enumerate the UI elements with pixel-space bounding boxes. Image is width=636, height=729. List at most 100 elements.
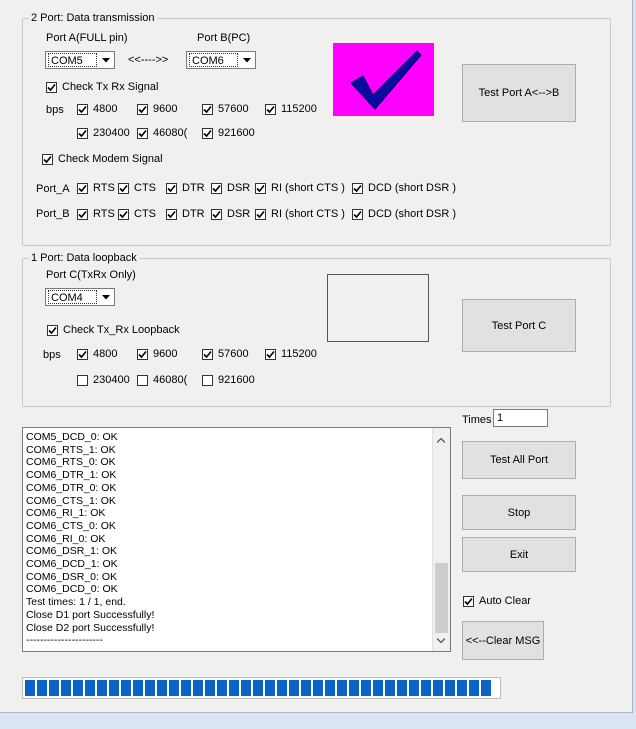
- times-input[interactable]: 1: [493, 409, 548, 427]
- port-b-dcd-checkbox[interactable]: DCD (short DSR ): [352, 208, 456, 220]
- app-window: 2 Port: Data transmission Port A(FULL pi…: [0, 0, 636, 729]
- port-a-row-label: Port_A: [36, 183, 70, 195]
- test-port-c-label: Test Port C: [491, 319, 547, 332]
- signal-label: DSR: [227, 182, 251, 194]
- bps1-9600-checkbox[interactable]: 9600: [137, 348, 177, 360]
- chevron-down-icon[interactable]: [98, 53, 113, 67]
- bps2-921600-checkbox[interactable]: 921600: [202, 127, 255, 139]
- port-b-dsr-checkbox[interactable]: DSR: [211, 208, 250, 220]
- auto-clear-checkbox[interactable]: Auto Clear: [463, 595, 531, 607]
- client-area: 2 Port: Data transmission Port A(FULL pi…: [0, 0, 633, 713]
- port1-bps-label: bps: [43, 349, 61, 361]
- signal-label: CTS: [134, 182, 156, 194]
- test-all-port-button[interactable]: Test All Port: [462, 441, 576, 479]
- port-a-ri-checkbox[interactable]: RI (short CTS ): [255, 182, 345, 194]
- times-input-value: 1: [497, 412, 504, 424]
- log-line: COM6_DCD_1: OK: [26, 558, 118, 571]
- bps-label: 115200: [281, 103, 317, 115]
- bps2-4800-checkbox[interactable]: 4800: [77, 103, 117, 115]
- bps2-460800-checkbox[interactable]: 46080(: [137, 127, 187, 139]
- bps2-230400-checkbox[interactable]: 230400: [77, 127, 130, 139]
- bps1-4800-checkbox[interactable]: 4800: [77, 348, 117, 360]
- clear-msg-button[interactable]: <<--Clear MSG: [462, 621, 544, 660]
- bps-label: 4800: [93, 103, 118, 115]
- bps-label: 921600: [218, 374, 255, 386]
- port-a-dcd-checkbox[interactable]: DCD (short DSR ): [352, 182, 456, 194]
- port-a-select[interactable]: COM5: [45, 51, 115, 69]
- signal-label: RTS: [93, 208, 115, 220]
- bps-label: 57600: [218, 103, 249, 115]
- port2-bps-label: bps: [46, 104, 64, 116]
- port-a-dsr-checkbox[interactable]: DSR: [211, 182, 250, 194]
- port-a-select-value: COM5: [48, 53, 97, 67]
- log-line: COM6_DSR_1: OK: [26, 545, 118, 558]
- signal-label: RI (short CTS ): [271, 182, 345, 194]
- bps-label: 230400: [93, 374, 130, 386]
- bps-label: 9600: [153, 103, 178, 115]
- log-line: COM5_DCD_0: OK: [26, 431, 118, 443]
- log-line: COM6_RI_1: OK: [26, 507, 106, 520]
- log-line: COM6_RI_0: OK: [26, 532, 106, 545]
- stop-label: Stop: [507, 506, 531, 519]
- port-b-ri-checkbox[interactable]: RI (short CTS ): [255, 208, 345, 220]
- log-line: COM6_DCD_0: OK: [26, 583, 118, 596]
- port-b-select[interactable]: COM6: [186, 51, 256, 69]
- signal-label: DTR: [182, 182, 205, 194]
- port-a-rts-checkbox[interactable]: RTS: [77, 182, 115, 194]
- chevron-down-icon[interactable]: [239, 53, 254, 67]
- bps-label: 9600: [153, 348, 178, 360]
- check-txrx-checkbox[interactable]: Check Tx Rx Signal: [46, 81, 158, 93]
- log-line: ----------------------: [26, 634, 103, 647]
- bps1-921600-checkbox[interactable]: 921600: [202, 374, 255, 386]
- log-line: COM6_RTS_0: OK: [26, 456, 116, 469]
- progress-bar: [22, 677, 501, 699]
- port-b-row-label: Port_B: [36, 208, 70, 220]
- exit-label: Exit: [509, 548, 529, 561]
- log-line: COM6_RTS_1: OK: [26, 443, 116, 456]
- check-modem-checkbox[interactable]: Check Modem Signal: [42, 153, 163, 165]
- bps-label: 46080(: [153, 374, 188, 386]
- chevron-down-icon[interactable]: [436, 634, 446, 646]
- bps-label: 230400: [93, 127, 130, 139]
- bps-label: 4800: [93, 348, 118, 360]
- port-b-label: Port B(PC): [197, 32, 251, 44]
- log-scrollbar[interactable]: [432, 428, 450, 651]
- port-c-select[interactable]: COM4: [45, 288, 115, 306]
- log-line: COM6_CTS_1: OK: [26, 494, 116, 507]
- port-arrow-text: <<---->>: [128, 54, 169, 66]
- stop-button[interactable]: Stop: [462, 495, 576, 530]
- bps1-57600-checkbox[interactable]: 57600: [202, 348, 249, 360]
- times-label: Times: [462, 414, 492, 426]
- signal-label: CTS: [134, 208, 156, 220]
- log-line: Close D1 port Successfully!: [26, 608, 155, 621]
- bps1-230400-checkbox[interactable]: 230400: [77, 374, 130, 386]
- bps-label: 57600: [218, 348, 249, 360]
- bps1-115200-checkbox[interactable]: 115200: [265, 348, 317, 360]
- scrollbar-thumb[interactable]: [435, 563, 448, 633]
- exit-button[interactable]: Exit: [462, 537, 576, 572]
- check-loopback-checkbox[interactable]: Check Tx_Rx Loopback: [47, 324, 180, 336]
- bps2-9600-checkbox[interactable]: 9600: [137, 103, 177, 115]
- chevron-down-icon[interactable]: [98, 290, 113, 304]
- log-line: Test times: 1 / 1, end.: [26, 596, 126, 609]
- port-a-cts-checkbox[interactable]: CTS: [118, 182, 156, 194]
- bps1-460800-checkbox[interactable]: 46080(: [137, 374, 187, 386]
- port-b-dtr-checkbox[interactable]: DTR: [166, 208, 205, 220]
- log-line: COM6_DTR_1: OK: [26, 469, 117, 482]
- progress-fill: [25, 680, 494, 696]
- test-port-c-button[interactable]: Test Port C: [462, 299, 576, 352]
- port2-title: 2 Port: Data transmission: [29, 11, 157, 25]
- test-port-ab-button[interactable]: Test Port A<-->B: [462, 64, 576, 122]
- bps2-57600-checkbox[interactable]: 57600: [202, 103, 249, 115]
- port-a-dtr-checkbox[interactable]: DTR: [166, 182, 205, 194]
- chevron-up-icon[interactable]: [436, 434, 446, 446]
- port-b-rts-checkbox[interactable]: RTS: [77, 208, 115, 220]
- log-textarea[interactable]: COM5_DCD_0: OK COM6_RTS_1: OK COM6_RTS_0…: [22, 427, 451, 652]
- check-mark-icon: [350, 50, 422, 110]
- log-line: COM6_DTR_0: OK: [26, 481, 117, 494]
- bps2-115200-checkbox[interactable]: 115200: [265, 103, 317, 115]
- port2-result-image: [333, 43, 434, 116]
- log-line: COM6_DSR_0: OK: [26, 570, 118, 583]
- port-b-cts-checkbox[interactable]: CTS: [118, 208, 156, 220]
- signal-label: DCD (short DSR ): [368, 208, 457, 220]
